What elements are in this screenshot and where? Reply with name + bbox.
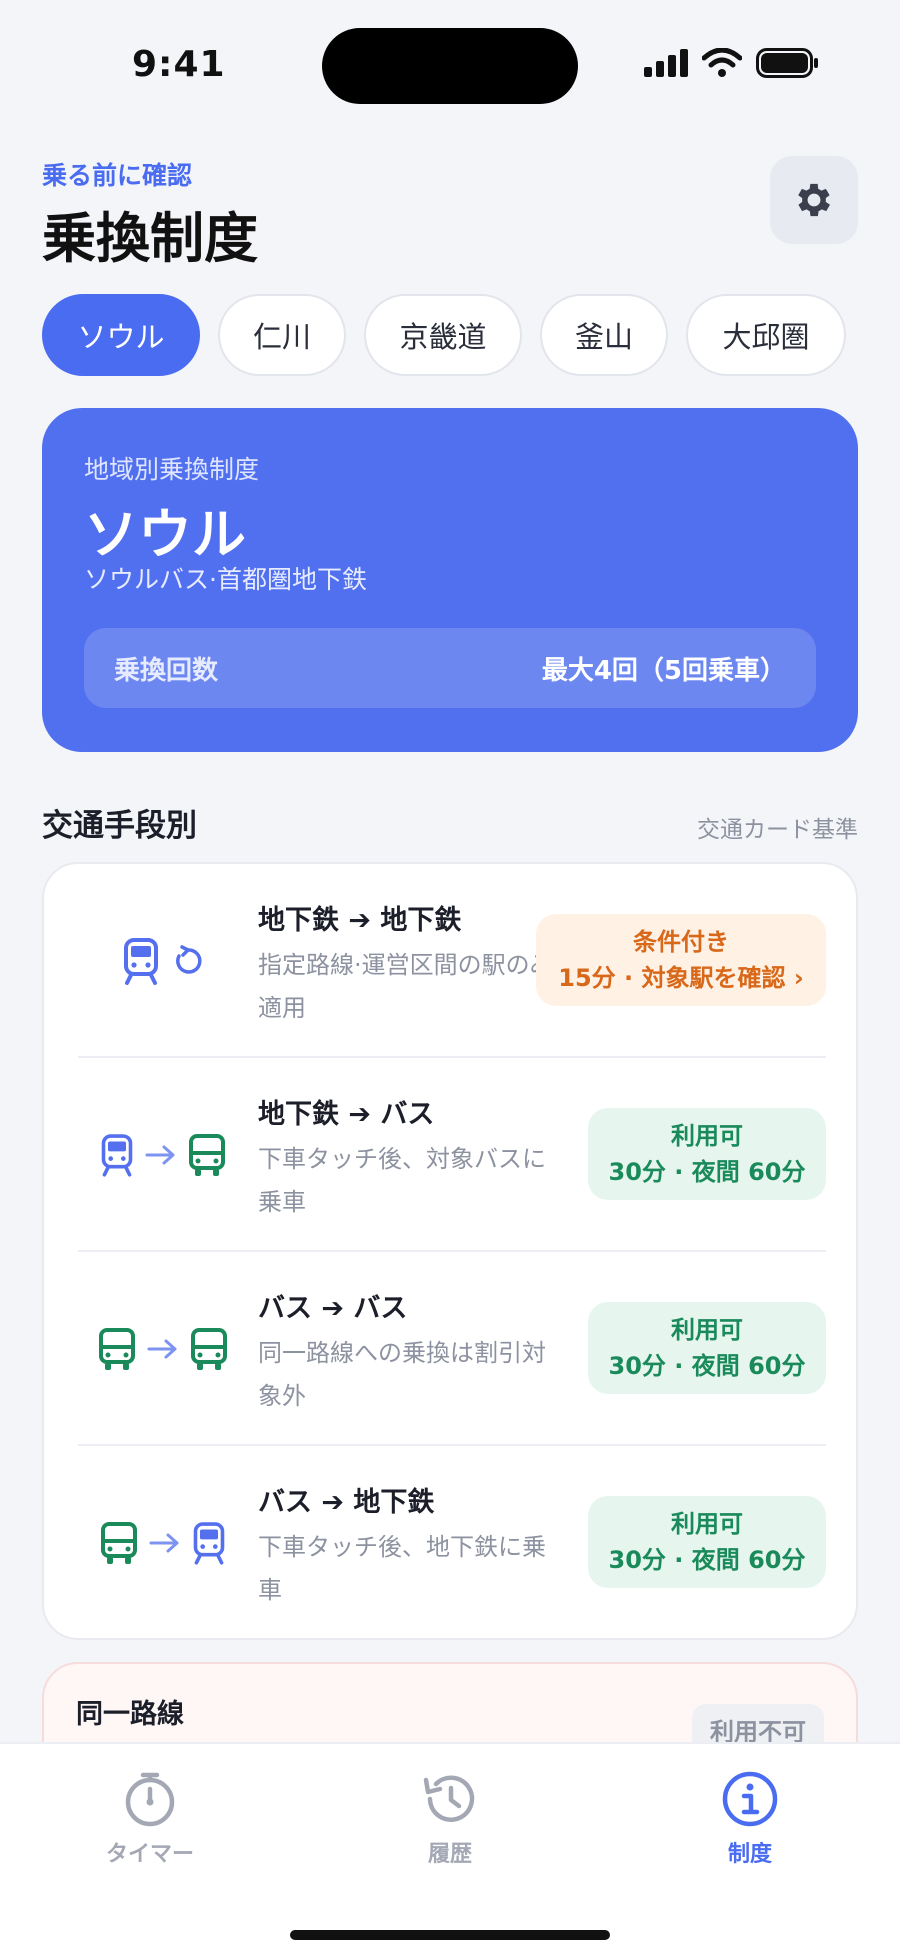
cellular-signal-icon xyxy=(644,49,688,77)
header-eyebrow: 乗る前に確認 xyxy=(42,161,193,190)
nav-item-policy[interactable]: 制度 xyxy=(660,1770,840,1868)
status-detail: 30分 · 夜間 60分 xyxy=(608,1546,806,1574)
tab-daegu[interactable]: 大邱圏 xyxy=(686,294,846,376)
row-description: 同一路線への乗換は割引対象外 xyxy=(258,1339,546,1410)
bus-icon xyxy=(101,1522,137,1564)
tab-incheon[interactable]: 仁川 xyxy=(218,294,346,376)
bus-icon xyxy=(189,1134,225,1176)
nav-label-timer: タイマー xyxy=(105,1842,194,1867)
page-title: 乗換制度 xyxy=(42,207,258,270)
info-icon xyxy=(722,1771,778,1827)
tab-gyeonggi[interactable]: 京畿道 xyxy=(364,294,522,376)
nav-label-policy: 制度 xyxy=(727,1842,772,1867)
list-item[interactable]: 地下鉄 ➔ 地下鉄 指定路線·運営区間の駅のみ適用 条件付き 15分 · 対象駅… xyxy=(78,864,826,1058)
status-badge-available: 利用可 30分 · 夜間 60分 xyxy=(588,1108,826,1200)
row-title: バス ➔ バス xyxy=(258,1293,408,1324)
loop-arrow-icon xyxy=(176,945,202,974)
arrow-right-icon xyxy=(145,1145,175,1165)
warn-title: 同一路線 xyxy=(76,1699,184,1730)
row-description: 指定路線·運営区間の駅のみ適用 xyxy=(258,951,554,1022)
transfer-list: 地下鉄 ➔ 地下鉄 指定路線·運営区間の駅のみ適用 条件付き 15分 · 対象駅… xyxy=(42,862,858,1640)
arrow-right-icon xyxy=(149,1533,179,1553)
transfer-count-row: 乗換回数 最大4回（5回乗車） xyxy=(84,628,816,708)
transfer-count-label: 乗換回数 xyxy=(114,655,219,686)
status-icons xyxy=(644,48,820,78)
home-indicator xyxy=(290,1930,610,1940)
settings-button[interactable] xyxy=(770,156,858,244)
hero-label: 地域別乗換制度 xyxy=(84,455,260,484)
nav-label-history: 履歴 xyxy=(427,1842,472,1867)
row-title: 地下鉄 ➔ バス xyxy=(258,1099,435,1130)
status-time: 9:41 xyxy=(132,44,226,85)
gear-icon xyxy=(798,183,830,217)
subway-icon xyxy=(101,1134,133,1177)
nav-item-history[interactable]: 履歴 xyxy=(360,1770,540,1868)
transfer-count-value: 最大4回（5回乗車） xyxy=(541,655,786,686)
list-item[interactable]: 地下鉄 ➔ バス 下車タッチ後、対象バスに乗車 利用可 30分 · 夜間 60分 xyxy=(78,1058,826,1252)
subway-icon xyxy=(124,938,158,985)
row-icons xyxy=(78,1058,248,1252)
nav-item-timer[interactable]: タイマー xyxy=(60,1770,240,1868)
row-icons xyxy=(78,1252,248,1446)
row-description: 下車タッチ後、地下鉄に乗車 xyxy=(258,1533,546,1604)
status-detail: 30分 · 夜間 60分 xyxy=(608,1158,806,1186)
bottom-nav: タイマー 履歴 制度 xyxy=(0,1742,900,1956)
tab-busan[interactable]: 釜山 xyxy=(540,294,668,376)
row-icons xyxy=(78,1446,248,1640)
status-badge-available: 利用可 30分 · 夜間 60分 xyxy=(588,1302,826,1394)
hero-subtitle: ソウルバス·首都圏地下鉄 xyxy=(84,565,367,594)
row-title: 地下鉄 ➔ 地下鉄 xyxy=(258,905,462,936)
region-summary-card: 地域別乗換制度 ソウル ソウルバス·首都圏地下鉄 乗換回数 最大4回（5回乗車） xyxy=(42,408,858,752)
history-icon xyxy=(423,1775,475,1822)
list-item[interactable]: バス ➔ バス 同一路線への乗換は割引対象外 利用可 30分 · 夜間 60分 xyxy=(78,1252,826,1446)
status-bar: 9:41 xyxy=(0,0,900,120)
battery-icon xyxy=(756,48,818,78)
section-note: 交通カード基準 xyxy=(697,817,858,843)
status-label: 条件付き xyxy=(633,928,729,956)
list-item[interactable]: バス ➔ 地下鉄 下車タッチ後、地下鉄に乗車 利用可 30分 · 夜間 60分 xyxy=(78,1446,826,1640)
region-tabs: ソウル 仁川 京畿道 釜山 大邱圏 xyxy=(42,294,846,376)
wifi-icon xyxy=(702,48,742,77)
arrow-right-icon xyxy=(147,1339,177,1359)
status-label: 利用可 xyxy=(671,1122,743,1150)
status-badge-available: 利用可 30分 · 夜間 60分 xyxy=(588,1496,826,1588)
status-label: 利用可 xyxy=(671,1510,743,1538)
dynamic-island xyxy=(322,28,578,104)
row-title: バス ➔ 地下鉄 xyxy=(258,1487,435,1518)
status-detail: 15分 · 対象駅を確認 › xyxy=(558,964,804,992)
status-badge-conditional[interactable]: 条件付き 15分 · 対象駅を確認 › xyxy=(536,914,826,1006)
status-detail: 30分 · 夜間 60分 xyxy=(608,1352,806,1380)
row-icons xyxy=(78,864,248,1058)
row-description: 下車タッチ後、対象バスに乗車 xyxy=(258,1145,546,1216)
hero-region: ソウル xyxy=(84,503,246,566)
bus-icon xyxy=(99,1328,135,1370)
subway-icon xyxy=(193,1522,225,1565)
bus-icon xyxy=(191,1328,227,1370)
section-title: 交通手段別 xyxy=(42,808,197,844)
status-label: 利用可 xyxy=(671,1316,743,1344)
stopwatch-icon xyxy=(125,1772,175,1827)
tab-seoul[interactable]: ソウル xyxy=(42,294,200,376)
